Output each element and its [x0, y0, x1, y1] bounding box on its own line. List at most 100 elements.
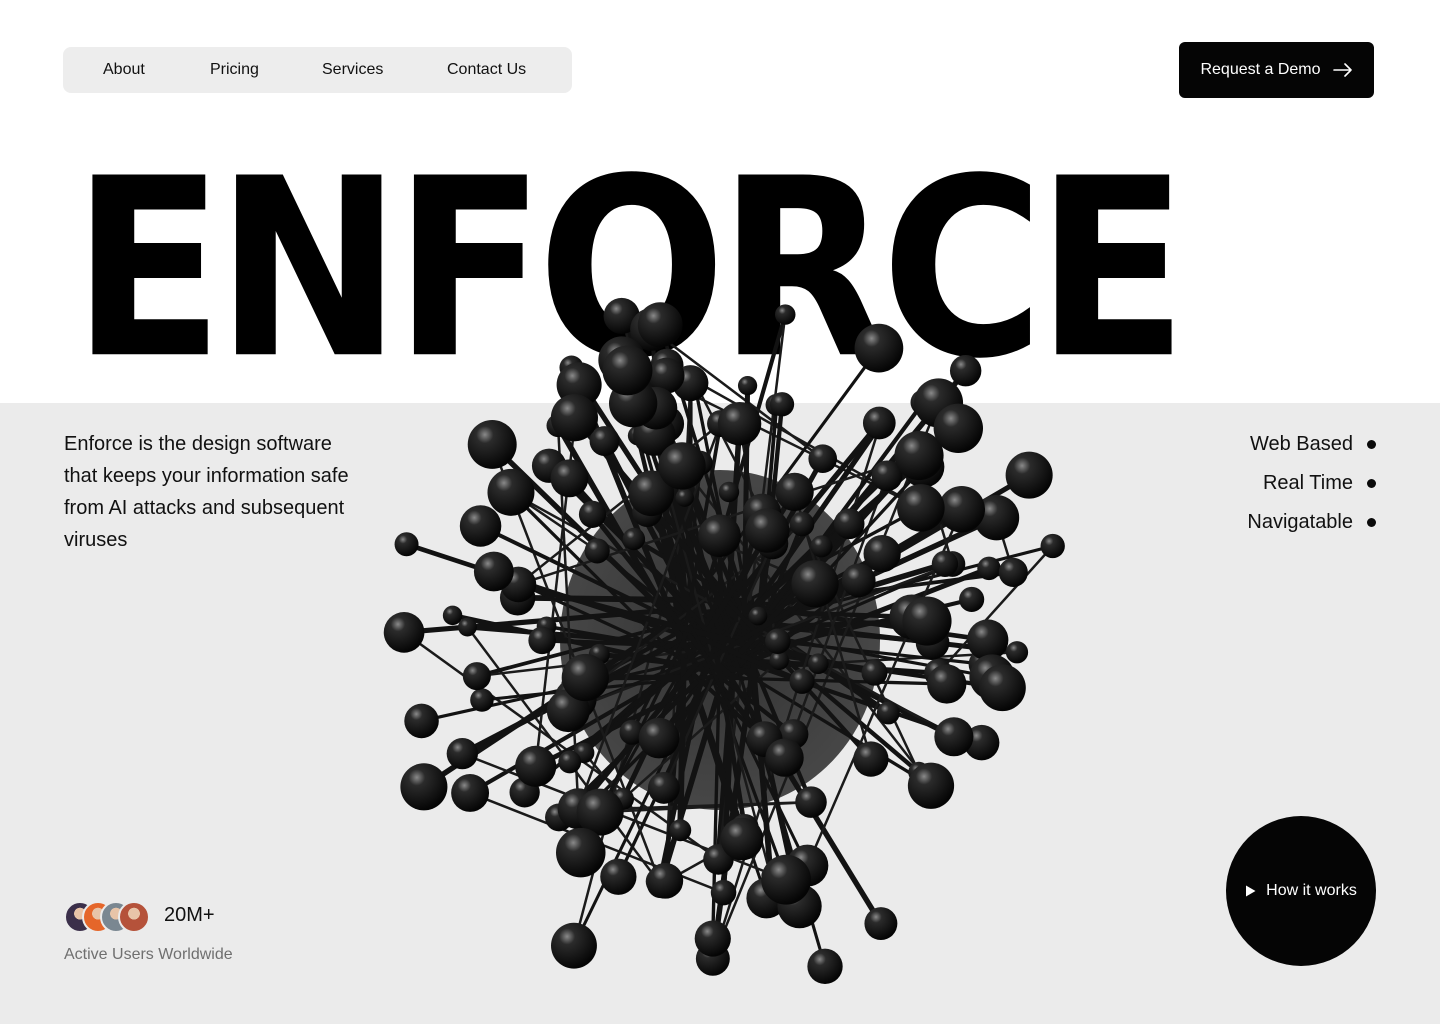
molecule-atom [515, 745, 557, 787]
molecule-atom [933, 403, 984, 453]
molecule-atom [938, 485, 986, 533]
molecule-atom [795, 786, 827, 818]
molecule-atom [458, 617, 477, 637]
request-demo-button[interactable]: Request a Demo [1179, 42, 1374, 98]
molecule-atom [775, 472, 814, 512]
nav-item-contact-us[interactable]: Contact Us [447, 47, 526, 93]
molecule-atom [602, 345, 653, 396]
molecule-atom [561, 653, 609, 702]
play-icon [1246, 885, 1256, 897]
molecule-atom [720, 817, 764, 861]
avatar-stack [64, 901, 154, 933]
molecule-atom [451, 774, 490, 812]
molecule-atom [622, 527, 646, 551]
molecule-atom [658, 442, 706, 490]
feature-item-real-time: Real Time [1247, 464, 1376, 503]
molecule-atom [854, 323, 904, 373]
molecule-atom [949, 354, 982, 387]
molecule-atom [446, 737, 478, 770]
molecule-atom [833, 508, 865, 540]
molecule-atom [675, 488, 694, 507]
molecule-atom [959, 586, 985, 612]
molecule-atom [600, 858, 637, 895]
molecule-atom [807, 948, 843, 984]
molecule-atom [404, 703, 439, 739]
how-it-works-label: How it works [1266, 882, 1357, 899]
molecule-atom [462, 662, 491, 691]
molecule-atom [698, 514, 741, 558]
molecule-atom [487, 468, 535, 516]
molecule-atom [862, 406, 896, 440]
molecule-atom [473, 551, 514, 592]
molecule-atom [400, 763, 448, 811]
feature-label: Web Based [1249, 433, 1353, 455]
molecule-atom [807, 653, 829, 675]
molecule-atom [578, 500, 607, 528]
molecule-atom [765, 738, 804, 777]
molecule-atom [775, 304, 796, 325]
molecule-atom [737, 376, 758, 396]
bullet-dot-icon [1367, 440, 1376, 449]
feature-list: Web Based Real Time Navigatable [1247, 425, 1376, 542]
molecule-atom [383, 612, 425, 653]
molecule-atom [791, 560, 839, 608]
molecule-atom [745, 508, 790, 553]
molecule-illustration [383, 297, 1065, 984]
molecule-atom [669, 819, 692, 842]
molecule-atom [1005, 451, 1053, 499]
nav-item-about[interactable]: About [103, 47, 145, 93]
molecule-atom [769, 392, 795, 417]
molecule-atom [927, 664, 967, 704]
nav-item-pricing[interactable]: Pricing [210, 47, 259, 93]
molecule-atom [528, 626, 556, 655]
molecule-atom [584, 538, 610, 564]
molecule-atom [556, 827, 606, 878]
molecule-atom [637, 302, 683, 348]
molecule-atom [551, 922, 597, 969]
molecule-atom [1040, 533, 1065, 559]
avatar [118, 901, 150, 933]
molecule-atom [853, 741, 889, 777]
bullet-dot-icon [1367, 518, 1376, 527]
feature-label: Navigatable [1247, 511, 1353, 533]
molecule-atom [748, 606, 768, 626]
molecule-atom [861, 659, 888, 686]
molecule-atom [459, 505, 502, 547]
molecule-atom [902, 596, 952, 646]
hero-description: Enforce is the design software that keep… [64, 433, 349, 551]
how-it-works-button[interactable]: How it works [1226, 816, 1376, 966]
molecule-atom [470, 688, 494, 712]
users-count: 20M+ [164, 904, 215, 926]
request-demo-label: Request a Demo [1200, 61, 1321, 78]
molecule-atom [864, 907, 898, 941]
molecule-atom [977, 556, 1001, 581]
molecule-atom [789, 511, 815, 537]
users-caption: Active Users Worldwide [64, 946, 233, 963]
landing-page: About Pricing Services Contact Us Reques… [0, 0, 1440, 1024]
feature-item-navigatable: Navigatable [1247, 503, 1376, 542]
molecule-atom [907, 762, 955, 809]
molecule-atom [647, 772, 680, 804]
molecule-atom [550, 459, 589, 498]
arrow-right-icon [1332, 63, 1352, 77]
main-nav: About Pricing Services Contact Us [63, 47, 572, 93]
molecule-atom [808, 444, 838, 474]
feature-item-web-based: Web Based [1247, 425, 1376, 464]
molecule-atom [558, 750, 582, 774]
molecule-atom [967, 619, 1009, 661]
bullet-dot-icon [1367, 479, 1376, 488]
feature-label: Real Time [1262, 472, 1353, 494]
molecule-atom [931, 550, 959, 577]
molecule-atom [934, 717, 974, 757]
molecule-atom [694, 920, 731, 957]
molecule-atom [897, 484, 945, 532]
molecule-atom [841, 563, 876, 598]
molecule-atom [647, 862, 684, 899]
nav-item-services[interactable]: Services [322, 47, 383, 93]
molecule-atom [876, 701, 900, 725]
molecule-atom [710, 879, 737, 906]
molecule-atom [717, 401, 762, 446]
molecule-atom [979, 664, 1026, 712]
molecule-atom [1005, 641, 1029, 664]
molecule-atom [718, 481, 740, 503]
